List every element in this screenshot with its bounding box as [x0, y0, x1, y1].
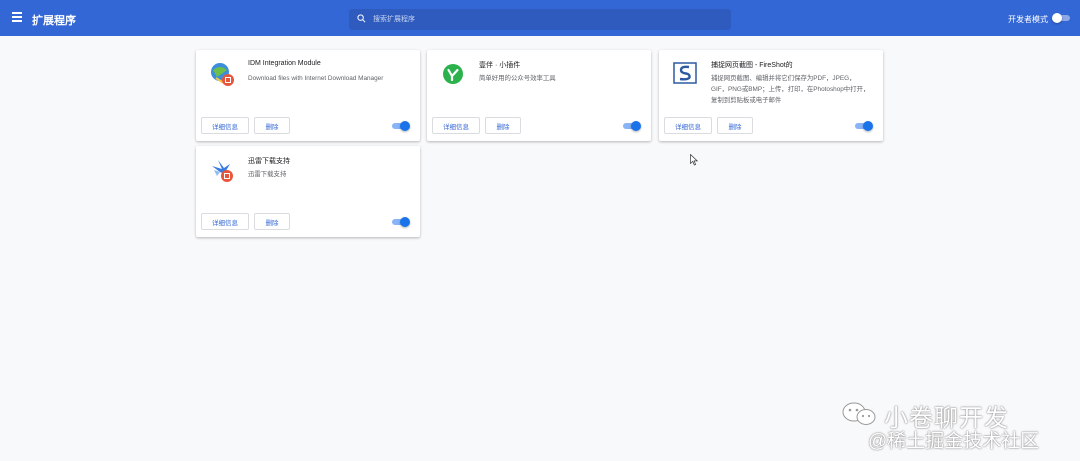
- extension-description: 迅雷下载支持: [248, 171, 287, 178]
- watermark-subtitle: @稀土掘金技术社区: [868, 431, 1040, 452]
- enable-toggle[interactable]: [623, 121, 641, 131]
- remove-button[interactable]: 删除: [254, 117, 290, 134]
- page-title: 扩展程序: [32, 15, 76, 27]
- details-button[interactable]: 详细信息: [664, 117, 712, 134]
- yiban-icon: [443, 64, 463, 84]
- fireshot-icon: [673, 62, 697, 84]
- remove-button[interactable]: 删除: [254, 213, 290, 230]
- wechat-logo-icon: [842, 402, 876, 425]
- enable-toggle[interactable]: [392, 121, 410, 131]
- thunder-icon: [212, 160, 233, 182]
- details-button[interactable]: 详细信息: [201, 117, 249, 134]
- extension-card-thunder: 迅雷下载支持 迅雷下载支持 详细信息 删除: [196, 146, 420, 237]
- extension-name: 捕捉网页截图 - FireShot的: [711, 62, 793, 69]
- developer-mode-label: 开发者模式: [1008, 15, 1048, 24]
- extension-card-yiban: 壹伴 · 小插件 简单好用的公众号效率工具 详细信息 删除: [427, 50, 651, 141]
- hamburger-menu-icon[interactable]: [12, 12, 24, 24]
- search-bar[interactable]: [349, 9, 731, 30]
- extension-description: 简单好用的公众号效率工具: [479, 75, 556, 82]
- details-button[interactable]: 详细信息: [432, 117, 480, 134]
- details-button[interactable]: 详细信息: [201, 213, 249, 230]
- extension-name: IDM Integration Module: [248, 60, 321, 67]
- watermark: 小卷聊开发 @稀土掘金技术社区: [840, 396, 1080, 456]
- enable-toggle[interactable]: [855, 121, 873, 131]
- extension-name: 迅雷下载支持: [248, 158, 290, 165]
- enable-toggle[interactable]: [392, 217, 410, 227]
- mouse-cursor-icon: [690, 154, 698, 166]
- remove-button[interactable]: 删除: [717, 117, 753, 134]
- header-bar: 扩展程序 开发者模式: [0, 0, 1080, 36]
- extension-card-idm: IDM Integration Module Download files wi…: [196, 50, 420, 141]
- remove-button[interactable]: 删除: [485, 117, 521, 134]
- search-icon: [357, 14, 366, 23]
- extension-card-fireshot: 捕捉网页截图 - FireShot的 捕捉网页截图、编辑并将它们保存为PDF，J…: [659, 50, 883, 141]
- idm-icon: [211, 63, 234, 86]
- extension-description: Download files with Internet Download Ma…: [248, 75, 384, 82]
- developer-mode-toggle[interactable]: [1052, 13, 1072, 23]
- extension-name: 壹伴 · 小插件: [479, 62, 521, 69]
- extension-description: 捕捉网页截图、编辑并将它们保存为PDF，JPEG，GIF，PNG或BMP；上传，…: [711, 75, 870, 104]
- search-input[interactable]: [373, 12, 713, 27]
